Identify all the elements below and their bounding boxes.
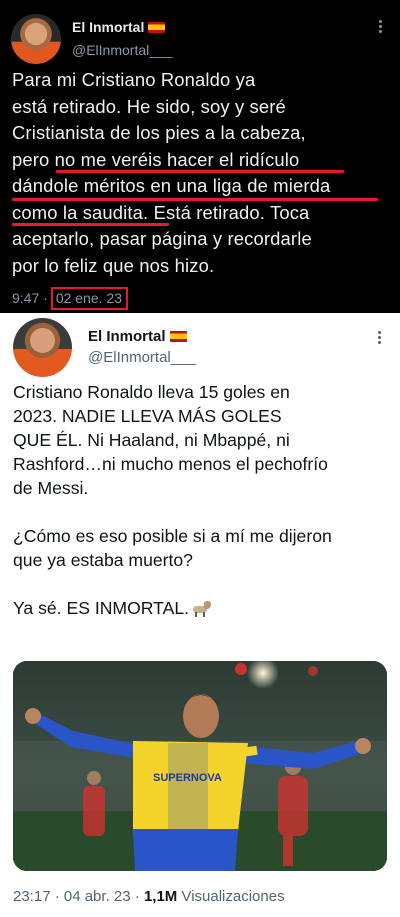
- tweet-timestamp: 9:47 · 02 ene. 23: [12, 287, 128, 310]
- tweet-line: que ya estaba muerto?: [13, 550, 193, 570]
- tweet-line: Cristiano Ronaldo lleva 15 goles en: [13, 382, 290, 402]
- tweet-line: por lo feliz que nos hizo.: [12, 254, 215, 276]
- views-label: Visualizaciones: [181, 888, 285, 905]
- football-player-photo[interactable]: SUPERNOVA: [13, 661, 387, 871]
- tweet-meta: 23:17 · 04 abr. 23 · 1,1M Visualizacione…: [13, 888, 285, 905]
- tweet-line: ¿Cómo es eso posible si a mí me dijeron: [13, 526, 332, 546]
- tweet-line: [13, 500, 393, 524]
- display-name-text[interactable]: El Inmortal: [88, 328, 166, 345]
- tweet-line: de Messi.: [13, 478, 89, 498]
- tweet-line: [13, 572, 393, 596]
- tweet-line-last: Ya sé. ES INMORTAL.: [13, 596, 393, 620]
- user-handle[interactable]: @ElInmortal___: [72, 42, 173, 58]
- red-underline: [12, 198, 378, 201]
- spain-flag-icon: [148, 22, 166, 33]
- more-options-icon[interactable]: [371, 329, 387, 347]
- more-options-icon[interactable]: [372, 18, 388, 36]
- red-underline: [12, 223, 169, 226]
- goat-icon: [191, 599, 213, 617]
- red-underline: [56, 170, 344, 173]
- avatar[interactable]: [13, 318, 72, 377]
- user-handle[interactable]: @ElInmortal___: [88, 349, 196, 366]
- tweet-line: QUE ÉL. Ni Haaland, ni Mbappé, ni: [13, 430, 290, 450]
- highlighted-date[interactable]: 02 ene. 23: [50, 287, 128, 310]
- tweet-line-text: Ya sé. ES INMORTAL.: [13, 598, 189, 618]
- views-count: 1,1M: [143, 888, 178, 905]
- avatar[interactable]: [11, 14, 61, 64]
- display-name[interactable]: El Inmortal: [88, 328, 187, 345]
- tweet-text: Para mi Cristiano Ronaldo ya está retira…: [12, 67, 396, 279]
- tweet-line: aceptarlo, pasar página y recordarle: [12, 228, 312, 249]
- tweet-line: 2023. NADIE LLEVA MÁS GOLES: [13, 406, 282, 426]
- tweet-time: 9:47 ·: [12, 290, 48, 306]
- spain-flag-icon: [169, 331, 187, 342]
- tweet-line: está retirado. He sido, soy y seré: [12, 95, 286, 117]
- display-name[interactable]: El Inmortal: [72, 19, 166, 35]
- tweet-dark: El Inmortal @ElInmortal___ Para mi Crist…: [0, 0, 400, 313]
- tweet-line: Cristianista de los pies a la cabeza,: [12, 122, 306, 143]
- jersey-sponsor-text: SUPERNOVA: [153, 772, 222, 784]
- tweet-line: Para mi Cristiano Ronaldo ya: [12, 69, 256, 90]
- tweet-light: El Inmortal @ElInmortal___ Cristiano Ron…: [0, 313, 400, 917]
- tweet-line: Rashford…ni mucho menos el pechofrío: [13, 454, 328, 474]
- tweet-timestamp[interactable]: 23:17 · 04 abr. 23 ·: [13, 888, 140, 905]
- tweet-line: dándole méritos en una liga de mierda: [12, 175, 331, 196]
- tweet-text: Cristiano Ronaldo lleva 15 goles en 2023…: [13, 380, 393, 620]
- display-name-text[interactable]: El Inmortal: [72, 19, 144, 35]
- photo-illustration: SUPERNOVA: [13, 661, 387, 871]
